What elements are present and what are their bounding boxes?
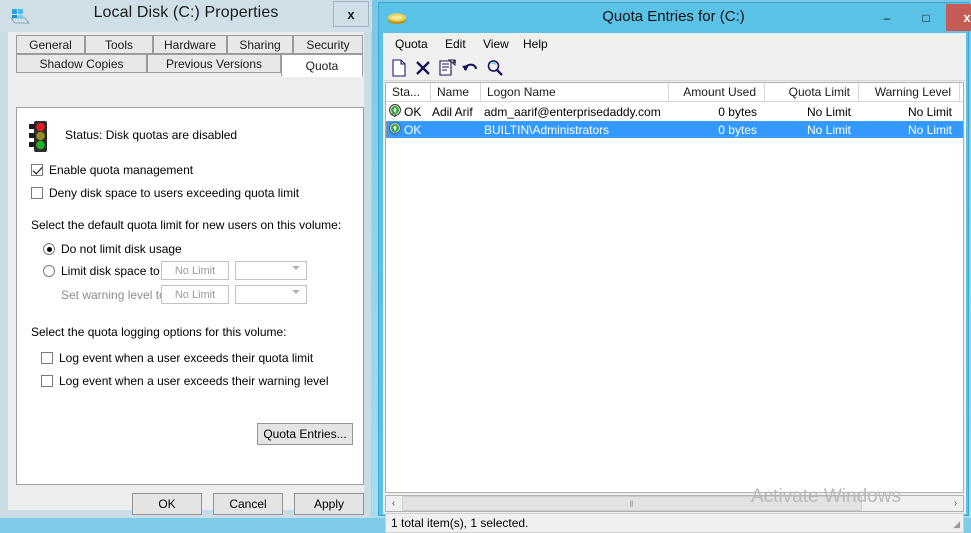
limit-disk-space-to-row[interactable]: Limit disk space to bbox=[43, 264, 160, 278]
cell-logon-name: BUILTIN\Administrators bbox=[484, 122, 610, 137]
tab-general[interactable]: General bbox=[16, 35, 85, 54]
tab-shadow-copies[interactable]: Shadow Copies bbox=[16, 54, 147, 73]
ok-button[interactable]: OK bbox=[132, 493, 202, 515]
maximize-button[interactable]: □ bbox=[907, 4, 945, 31]
close-button[interactable]: x bbox=[946, 4, 971, 31]
menu-edit[interactable]: Edit bbox=[439, 36, 472, 52]
status-bar: 1 total item(s), 1 selected. ◢ bbox=[385, 513, 964, 533]
status-bar-text: 1 total item(s), 1 selected. bbox=[391, 516, 529, 530]
log-warning-level-checkbox[interactable] bbox=[41, 375, 53, 387]
tab-security[interactable]: Security bbox=[293, 35, 363, 54]
toolbar bbox=[383, 55, 966, 81]
menu-help[interactable]: Help bbox=[517, 36, 554, 52]
table-row[interactable]: OK BUILTIN\Administrators 0 bytes No Lim… bbox=[386, 121, 963, 138]
limit-disk-space-value-input[interactable]: No Limit bbox=[161, 261, 229, 280]
horizontal-scrollbar[interactable]: ‹ ‖ › bbox=[385, 495, 964, 512]
cell-logon-name: adm_aarif@enterprisedaddy.com bbox=[484, 104, 661, 119]
menu-quota[interactable]: Quota bbox=[389, 36, 434, 52]
status-ok-icon bbox=[389, 122, 401, 136]
deny-disk-space-checkbox[interactable] bbox=[31, 187, 43, 199]
minimize-button[interactable]: – bbox=[868, 4, 906, 31]
cell-status: OK bbox=[404, 122, 422, 137]
new-quota-entry-icon[interactable] bbox=[389, 59, 409, 77]
undo-icon[interactable] bbox=[461, 59, 481, 77]
enable-quota-management-checkbox[interactable] bbox=[31, 164, 43, 176]
status-ok-icon bbox=[389, 104, 401, 118]
page-title: Local Disk (C:) Properties bbox=[93, 4, 279, 21]
deny-disk-space-label: Deny disk space to users exceeding quota… bbox=[49, 186, 300, 200]
warning-level-unit-select[interactable] bbox=[235, 285, 307, 304]
traffic-light-icon bbox=[29, 121, 47, 152]
properties-dialog-body: General Tools Hardware Sharing Security … bbox=[8, 32, 364, 515]
scroll-left-button[interactable]: ‹ bbox=[386, 496, 401, 511]
logging-heading: Select the quota logging options for thi… bbox=[31, 325, 287, 339]
local-disk-properties-window: Local Disk (C:) Properties x General Too… bbox=[0, 0, 372, 518]
limit-disk-space-to-radio[interactable] bbox=[43, 265, 55, 277]
do-not-limit-disk-usage-row[interactable]: Do not limit disk usage bbox=[43, 242, 182, 256]
cell-amount-used: 0 bytes bbox=[718, 122, 757, 137]
scrollbar-grip-icon: ‖ bbox=[629, 498, 635, 509]
tab-sharing[interactable]: Sharing bbox=[227, 35, 293, 54]
quota-entries-title-bar: Quota Entries for (C:) – □ x bbox=[379, 3, 971, 33]
properties-close-button[interactable]: x bbox=[333, 1, 369, 27]
find-icon[interactable] bbox=[485, 59, 505, 77]
quota-status-row: Status: Disk quotas are disabled bbox=[27, 120, 347, 154]
delete-icon[interactable] bbox=[413, 59, 433, 77]
quota-entries-window: Quota Entries for (C:) – □ x Quota Edit … bbox=[378, 2, 971, 533]
log-quota-limit-checkbox[interactable] bbox=[41, 352, 53, 364]
column-header-logon-name[interactable]: Logon Name bbox=[481, 83, 669, 101]
log-warning-level-row[interactable]: Log event when a user exceeds their warn… bbox=[41, 374, 329, 388]
cell-warning-level: No Limit bbox=[907, 122, 952, 137]
enable-quota-management-row[interactable]: Enable quota management bbox=[31, 163, 193, 177]
do-not-limit-disk-usage-label: Do not limit disk usage bbox=[61, 242, 182, 256]
tab-previous-versions[interactable]: Previous Versions bbox=[147, 54, 281, 73]
cancel-button[interactable]: Cancel bbox=[213, 493, 283, 515]
quota-tab-panel: Status: Disk quotas are disabled Enable … bbox=[16, 107, 364, 485]
table-row[interactable]: OK Adil Arif adm_aarif@enterprisedaddy.c… bbox=[386, 103, 963, 120]
tab-tools[interactable]: Tools bbox=[85, 35, 153, 54]
cell-quota-limit: No Limit bbox=[806, 122, 851, 137]
scrollbar-thumb[interactable]: ‖ bbox=[402, 496, 862, 511]
cell-amount-used: 0 bytes bbox=[718, 104, 757, 119]
do-not-limit-disk-usage-radio[interactable] bbox=[43, 243, 55, 255]
enable-quota-management-label: Enable quota management bbox=[49, 163, 194, 177]
tab-quota[interactable]: Quota bbox=[281, 54, 363, 77]
quota-entries-button[interactable]: Quota Entries... bbox=[257, 423, 353, 445]
limit-disk-space-unit-select[interactable] bbox=[235, 261, 307, 280]
log-warning-level-label: Log event when a user exceeds their warn… bbox=[59, 374, 329, 388]
quota-status-text: Status: Disk quotas are disabled bbox=[65, 128, 238, 142]
list-header-row: Sta... Name Logon Name Amount Used Quota… bbox=[386, 83, 963, 102]
quota-entries-list[interactable]: Sta... Name Logon Name Amount Used Quota… bbox=[385, 82, 964, 493]
column-header-name[interactable]: Name bbox=[431, 83, 481, 101]
set-warning-level-row: Set warning level to bbox=[55, 288, 166, 302]
cell-name bbox=[432, 122, 482, 137]
cell-quota-limit: No Limit bbox=[806, 104, 851, 119]
cell-name: Adil Arif bbox=[432, 104, 473, 119]
log-quota-limit-row[interactable]: Log event when a user exceeds their quot… bbox=[41, 351, 313, 365]
deny-disk-space-row[interactable]: Deny disk space to users exceeding quota… bbox=[31, 186, 299, 200]
cell-warning-level: No Limit bbox=[907, 104, 952, 119]
menu-view[interactable]: View bbox=[477, 36, 515, 52]
log-quota-limit-label: Log event when a user exceeds their quot… bbox=[59, 351, 314, 365]
chevron-down-icon bbox=[292, 290, 300, 294]
chevron-down-icon bbox=[292, 266, 300, 270]
column-header-quota-limit[interactable]: Quota Limit bbox=[765, 83, 859, 101]
apply-button[interactable]: Apply bbox=[294, 493, 364, 515]
column-header-warning-level[interactable]: Warning Level bbox=[859, 83, 960, 101]
set-warning-level-label: Set warning level to bbox=[61, 288, 166, 302]
tab-hardware[interactable]: Hardware bbox=[153, 35, 227, 54]
cell-status: OK bbox=[404, 104, 422, 119]
resize-grip-icon[interactable]: ◢ bbox=[953, 519, 960, 530]
default-limit-heading: Select the default quota limit for new u… bbox=[31, 218, 342, 232]
limit-disk-space-to-label: Limit disk space to bbox=[61, 264, 160, 278]
column-header-status[interactable]: Sta... bbox=[386, 83, 431, 101]
properties-icon[interactable] bbox=[437, 59, 457, 77]
menu-bar: Quota Edit View Help bbox=[383, 33, 966, 55]
scroll-right-button[interactable]: › bbox=[948, 496, 963, 511]
properties-title-bar: Local Disk (C:) Properties x bbox=[0, 0, 372, 32]
column-header-amount-used[interactable]: Amount Used bbox=[669, 83, 765, 101]
warning-level-value-input[interactable]: No Limit bbox=[161, 285, 229, 304]
quota-entries-client-area: Quota Edit View Help Sta... Name Logon N… bbox=[383, 33, 966, 533]
